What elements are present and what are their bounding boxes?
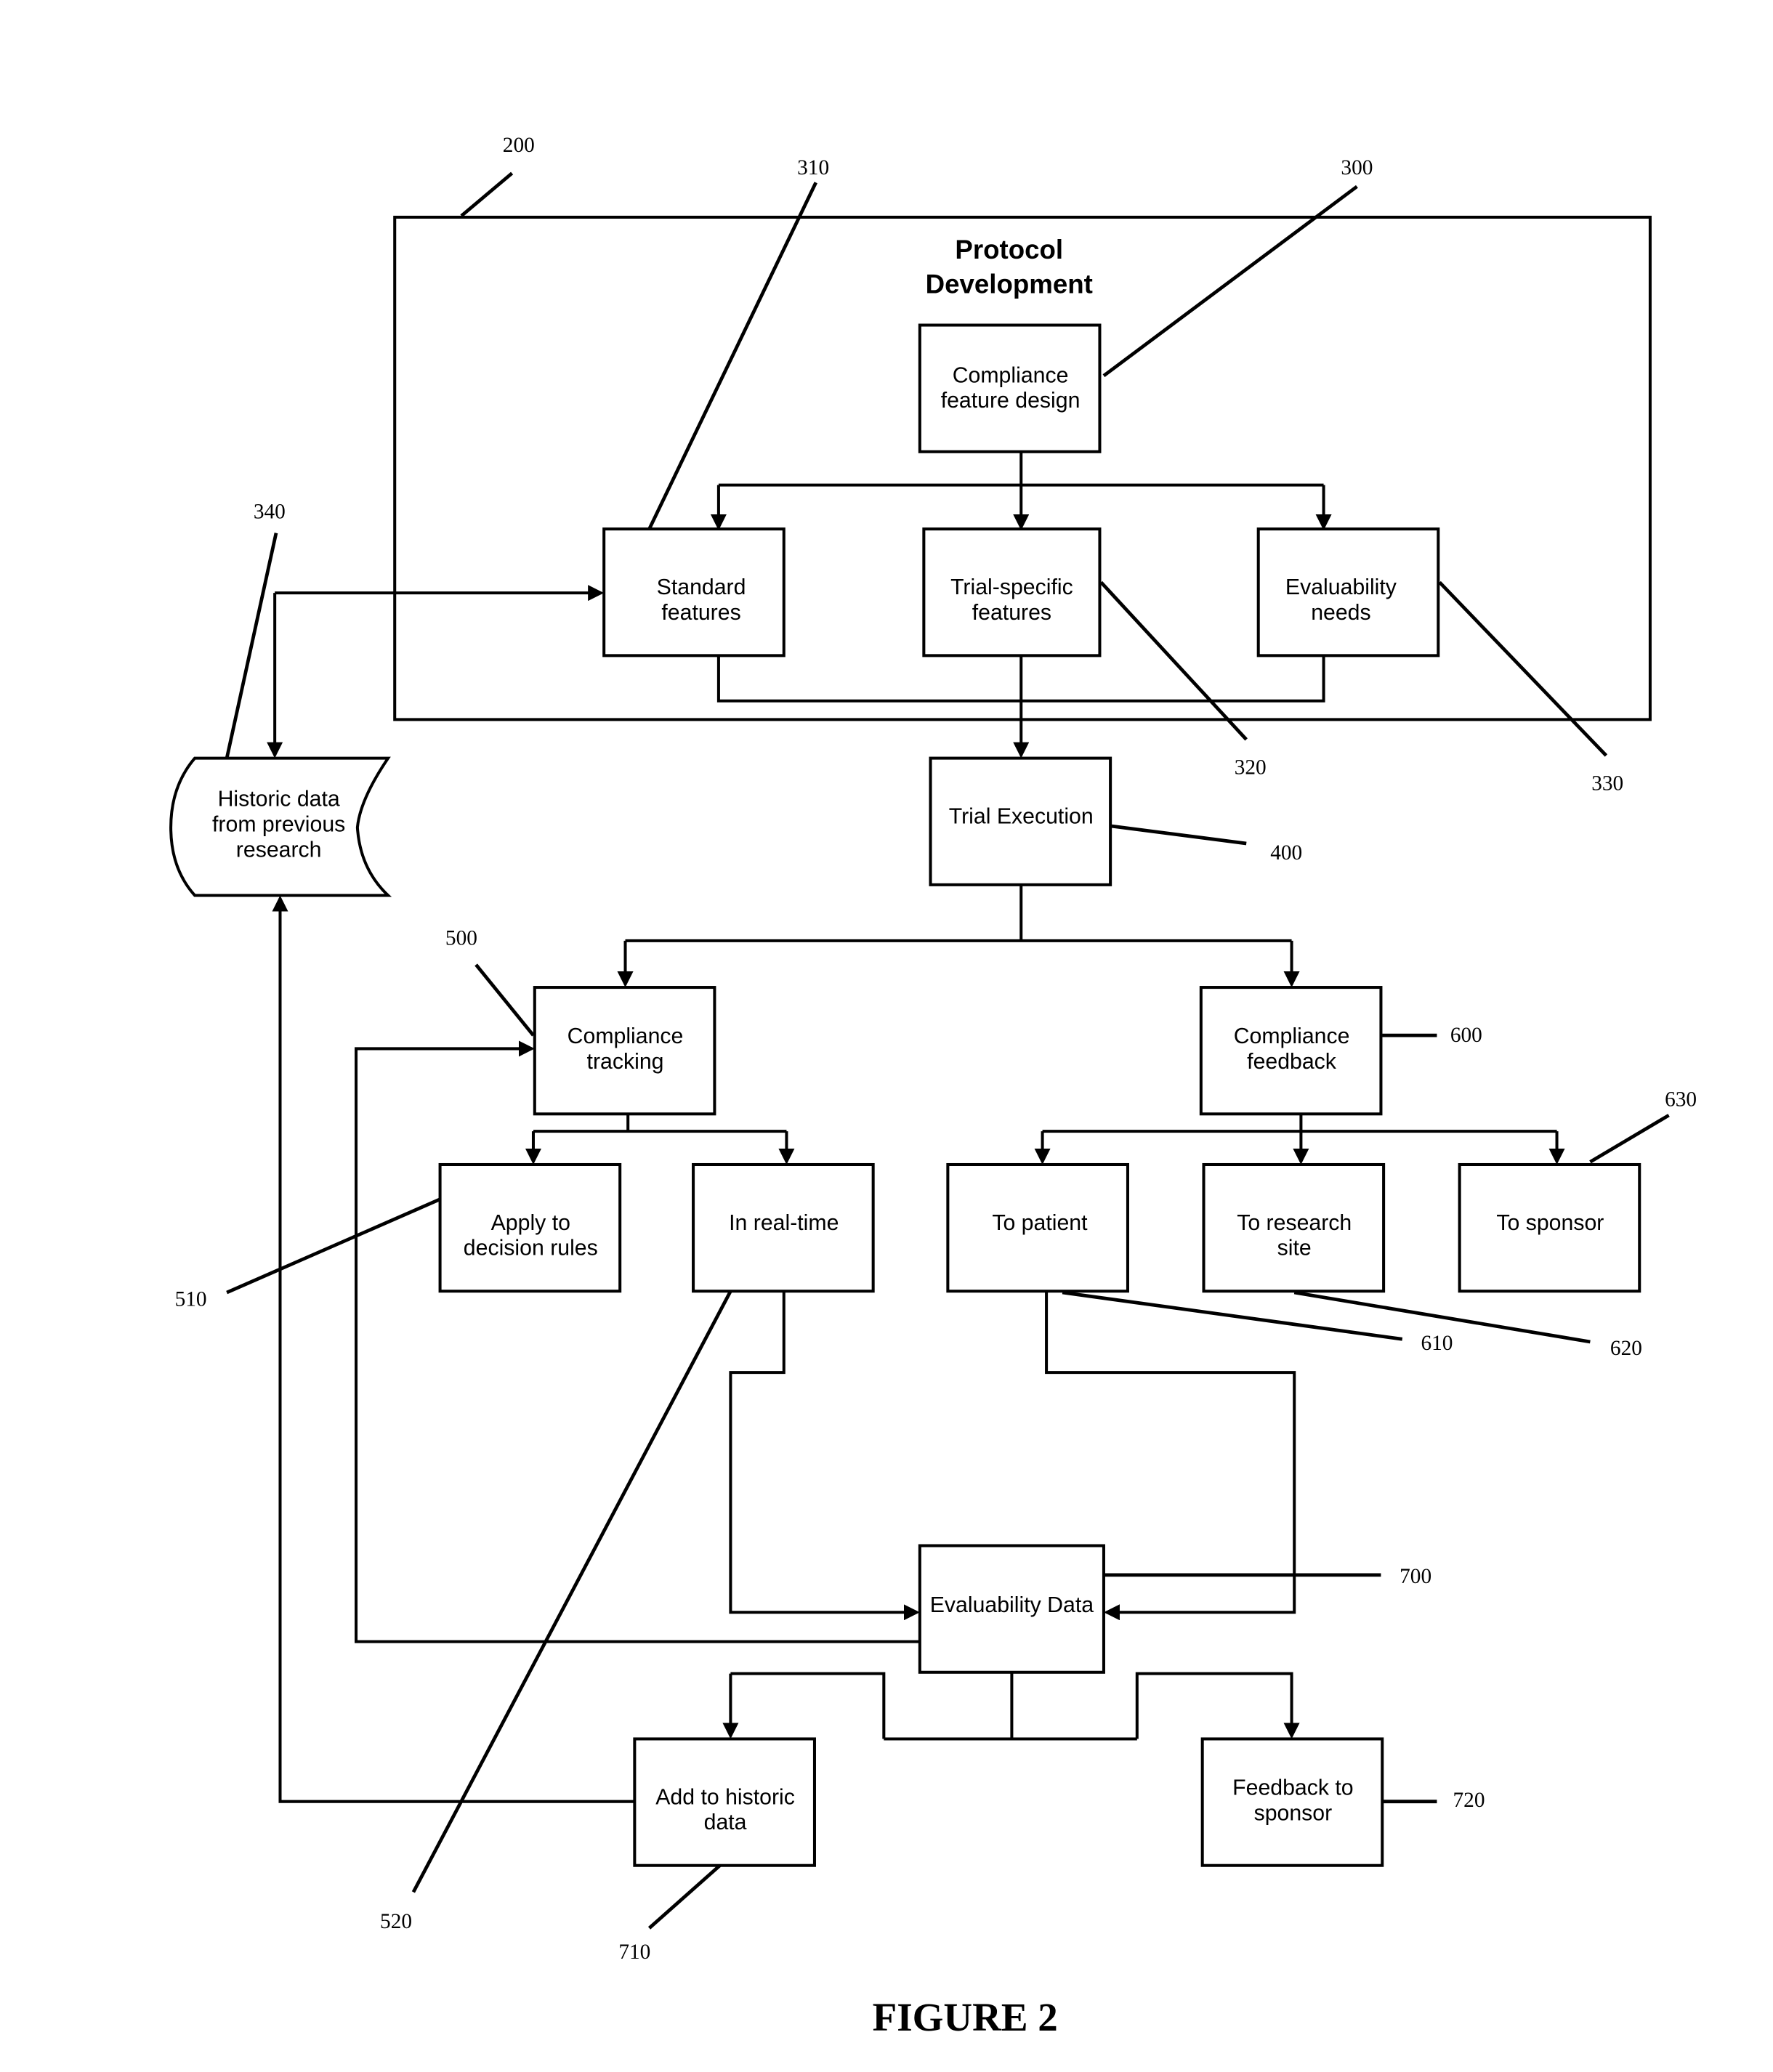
ref-610: 610 (1421, 1332, 1453, 1355)
trial-specific-features-label-1: Trial-specific (950, 575, 1073, 599)
compliance-feature-design-label-1: Compliance (953, 363, 1069, 387)
standard-features-label-2: features (661, 601, 740, 625)
compliance-tracking-label-1: Compliance (568, 1024, 684, 1048)
leader-340 (225, 533, 278, 759)
feedback-to-sponsor-label-1: Feedback to (1232, 1776, 1353, 1800)
ref-330: 330 (1591, 772, 1623, 796)
trial-specific-features-label-2: features (972, 601, 1051, 625)
figure-caption: FIGURE 2 (873, 1995, 1058, 2039)
ref-600: 600 (1450, 1024, 1482, 1047)
ref-300: 300 (1341, 156, 1373, 179)
ref-620: 620 (1610, 1337, 1642, 1360)
protocol-development-title-line1: Protocol (955, 235, 1063, 264)
ref-510: 510 (175, 1287, 207, 1311)
leader-200 (460, 171, 514, 217)
connector (533, 1114, 787, 1133)
ref-310: 310 (797, 156, 829, 179)
evaluability-needs-label-1: Evaluability (1285, 575, 1397, 599)
ref-340: 340 (254, 500, 286, 523)
add-historic-data-label-1: Add to historic (655, 1785, 795, 1809)
connector (625, 884, 1292, 942)
evaluability-data-label: Evaluability Data (930, 1593, 1094, 1617)
apply-decision-rules-label-2: decision rules (464, 1237, 598, 1260)
arrow-to-feedback-sponsor (1135, 1672, 1300, 1739)
ref-720: 720 (1453, 1789, 1485, 1812)
compliance-feedback-label-1: Compliance (1234, 1024, 1350, 1048)
leader-610 (1062, 1290, 1403, 1341)
compliance-feedback-label-2: feedback (1247, 1050, 1337, 1074)
to-research-site-label-2: site (1277, 1237, 1312, 1260)
standard-features-label-1: Standard (657, 575, 746, 599)
feedback-to-sponsor-label-2: sponsor (1254, 1801, 1333, 1825)
evaluability-needs-label-2: needs (1311, 601, 1370, 625)
connector (730, 1672, 1137, 1741)
ref-520: 520 (380, 1910, 412, 1933)
to-patient-label: To patient (992, 1211, 1088, 1235)
ref-500: 500 (445, 926, 477, 950)
leader-630 (1589, 1114, 1670, 1164)
arrow-real-time-to-evaluability (729, 1291, 920, 1621)
connector (1042, 1114, 1557, 1133)
compliance-feature-design-label-2: feature design (941, 389, 1081, 413)
add-historic-data-label-2: data (704, 1810, 747, 1834)
compliance-tracking-label-2: tracking (587, 1050, 664, 1074)
leader-510 (226, 1197, 441, 1295)
ref-200: 200 (503, 134, 535, 157)
ref-630: 630 (1665, 1088, 1697, 1111)
leader-400 (1111, 824, 1247, 846)
ref-320: 320 (1235, 756, 1267, 780)
trial-execution-label: Trial Execution (949, 804, 1094, 828)
protocol-development-title-line2: Development (926, 269, 1093, 299)
historic-data-label-3: research (236, 838, 322, 862)
ref-700: 700 (1400, 1565, 1431, 1588)
ref-400: 400 (1270, 841, 1302, 865)
to-research-site-label-1: To research (1237, 1211, 1352, 1235)
historic-data-label-1: Historic data (218, 788, 340, 812)
ref-710: 710 (618, 1941, 650, 1964)
historic-data-label-2: from previous (212, 812, 345, 836)
to-sponsor-label: To sponsor (1496, 1211, 1604, 1235)
arrow-evaluability-to-tracking (355, 1040, 920, 1643)
apply-decision-rules-label-1: Apply to (491, 1211, 570, 1235)
leader-500 (474, 963, 535, 1037)
flowchart: Protocol Development Compliance feature … (169, 134, 1697, 2039)
in-real-time-label: In real-time (729, 1211, 839, 1235)
leader-710 (647, 1863, 722, 1930)
